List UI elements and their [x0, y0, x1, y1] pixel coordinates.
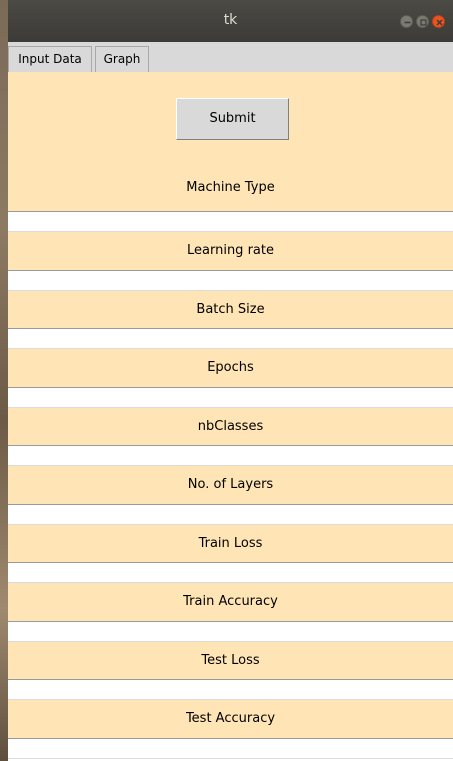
minimize-icon[interactable]	[400, 15, 413, 28]
learning-rate-input[interactable]	[8, 270, 453, 291]
test-accuracy-label: Test Accuracy	[8, 700, 453, 738]
machine-type-label: Machine Type	[8, 164, 453, 211]
desktop-background	[0, 0, 8, 761]
submit-area: Submit	[8, 72, 453, 164]
train-loss-label: Train Loss	[8, 525, 453, 562]
train-accuracy-input[interactable]	[8, 621, 453, 642]
learning-rate-label: Learning rate	[8, 232, 453, 270]
nbclasses-label: nbClasses	[8, 408, 453, 445]
epochs-label: Epochs	[8, 349, 453, 387]
epochs-input[interactable]	[8, 387, 453, 408]
machine-type-input[interactable]	[8, 211, 453, 232]
tab-bar: Input Data Graph	[8, 42, 453, 72]
no-of-layers-label: No. of Layers	[8, 466, 453, 504]
batch-size-input[interactable]	[8, 328, 453, 349]
window-title: tk	[223, 12, 238, 28]
app-window: tk Input Data Graph Submit Machine Type L…	[8, 0, 453, 761]
tab-input-data[interactable]: Input Data	[8, 46, 92, 72]
tab-graph[interactable]: Graph	[95, 46, 149, 72]
train-accuracy-label: Train Accuracy	[8, 583, 453, 621]
title-bar[interactable]: tk	[8, 0, 453, 42]
maximize-icon[interactable]	[416, 15, 429, 28]
submit-button[interactable]: Submit	[176, 98, 289, 140]
test-accuracy-input[interactable]	[8, 738, 453, 759]
nbclasses-input[interactable]	[8, 445, 453, 466]
close-icon[interactable]	[432, 15, 445, 28]
train-loss-input[interactable]	[8, 562, 453, 583]
batch-size-label: Batch Size	[8, 291, 453, 328]
test-loss-label: Test Loss	[8, 642, 453, 679]
test-loss-input[interactable]	[8, 679, 453, 700]
no-of-layers-input[interactable]	[8, 504, 453, 525]
form-panel: Submit Machine Type Learning rate Batch Si…	[8, 72, 453, 761]
